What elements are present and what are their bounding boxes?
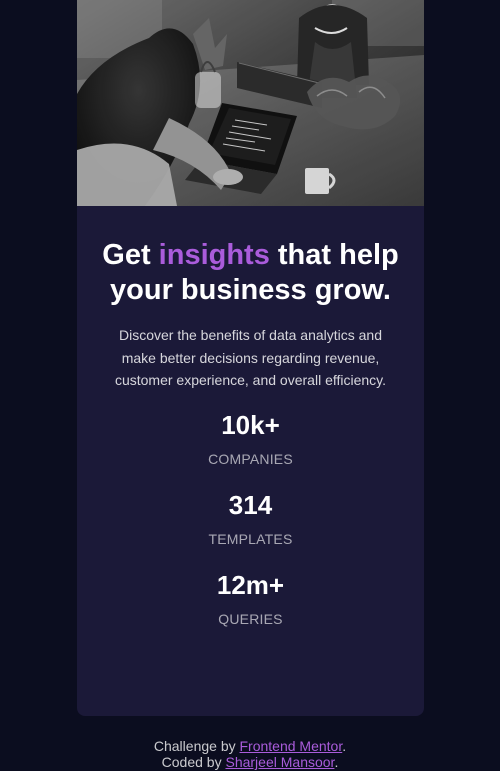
stat-queries: 12m+ Queries <box>77 569 424 649</box>
attribution-line-challenge: Challenge by Frontend Mentor. <box>0 738 500 754</box>
attribution-challenge-suffix: . <box>342 738 347 754</box>
card-heading: Get insights that help your business gro… <box>99 238 402 308</box>
office-photo-illustration <box>77 0 424 206</box>
stat-label: Companies <box>208 450 293 467</box>
card-content: Get insights that help your business gro… <box>77 206 424 649</box>
attribution-line-author: Coded by Sharjeel Mansoor. <box>0 754 500 770</box>
stat-templates: 314 Templates <box>77 489 424 569</box>
author-link[interactable]: Sharjeel Mansoor <box>225 754 334 770</box>
stat-label: Queries <box>218 610 283 627</box>
stats-list: 10k+ Companies 314 Templates 12m+ Querie… <box>77 409 424 649</box>
attribution: Challenge by Frontend Mentor. Coded by S… <box>0 738 500 770</box>
attribution-author-prefix: Coded by <box>161 754 226 770</box>
attribution-author-suffix: . <box>334 754 339 770</box>
card-description: Discover the benefits of data analytics … <box>114 327 387 388</box>
stat-value: 314 <box>228 489 273 520</box>
hero-image <box>77 0 424 206</box>
page: Get insights that help your business gro… <box>0 0 500 771</box>
attribution-challenge-prefix: Challenge by <box>153 738 240 754</box>
frontend-mentor-link[interactable]: Frontend Mentor <box>240 738 343 754</box>
heading-text-start: Get <box>102 239 159 271</box>
stat-value: 10k+ <box>221 409 280 440</box>
heading-accent-word: insights <box>158 239 270 271</box>
stat-label: Templates <box>208 530 293 547</box>
stat-value: 12m+ <box>216 569 285 600</box>
stats-preview-card: Get insights that help your business gro… <box>77 0 424 716</box>
stat-companies: 10k+ Companies <box>77 409 424 489</box>
